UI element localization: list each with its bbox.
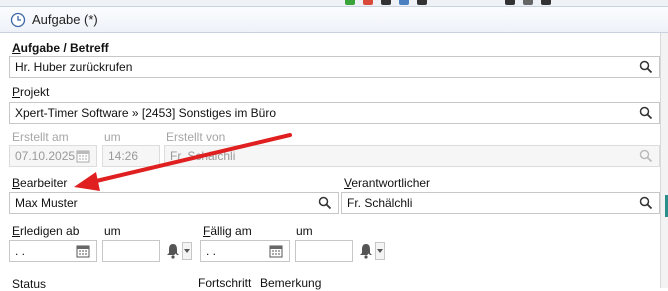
annotation-arrow xyxy=(74,133,292,191)
